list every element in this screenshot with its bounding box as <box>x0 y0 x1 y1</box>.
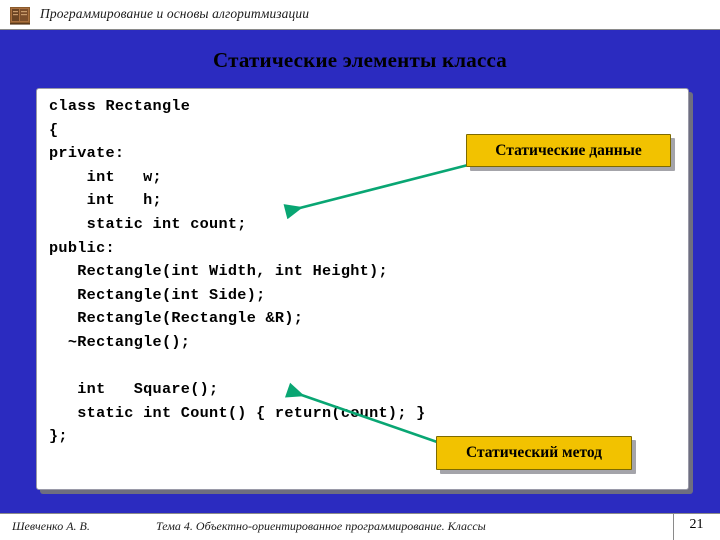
footer-author: Шевченко А. В. <box>12 519 90 533</box>
slide-footer: Шевченко А. В. Тема 4. Объектно-ориентир… <box>0 513 720 540</box>
book-icon <box>10 7 30 25</box>
slide-canvas: Программирование и основы алгоритмизации… <box>0 0 720 540</box>
footer-topic: Тема 4. Объектно-ориентированное програм… <box>156 519 486 533</box>
slide-number: 21 <box>689 517 704 532</box>
code-block: class Rectangle { private: int w; int h;… <box>49 97 426 446</box>
slide-header: Программирование и основы алгоритмизации <box>0 0 720 30</box>
callout-static-method-label: Статический метод <box>465 444 603 461</box>
callout-static-data: Статические данные <box>466 134 671 167</box>
page-title: Статические элементы класса <box>212 48 507 72</box>
course-title: Программирование и основы алгоритмизации <box>40 6 310 21</box>
callout-static-method: Статический метод <box>436 436 632 470</box>
callout-static-data-label: Статические данные <box>495 141 642 159</box>
